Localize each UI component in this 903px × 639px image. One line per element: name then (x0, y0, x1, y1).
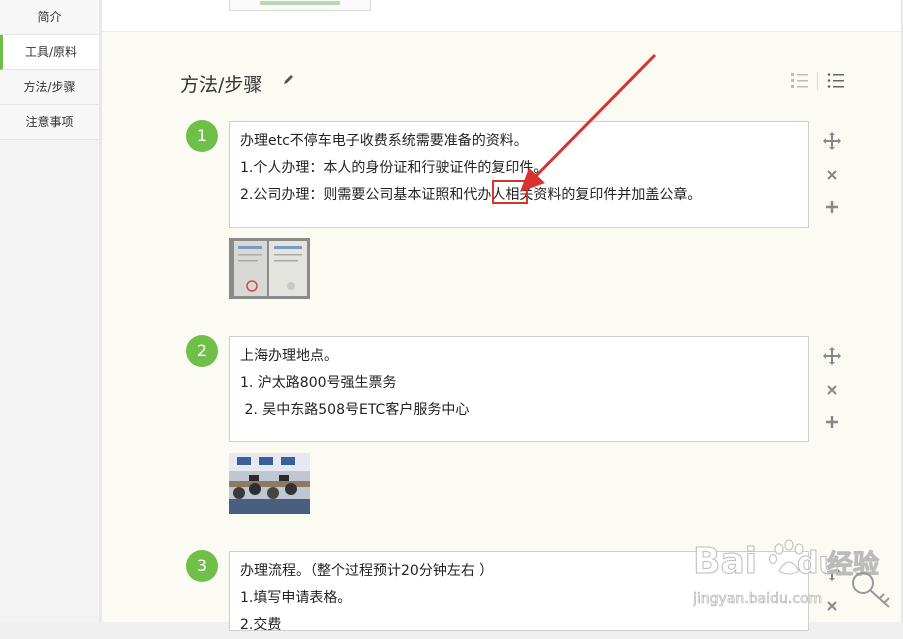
step-2-line-2: 1. 沪太路800号强生票务 (240, 375, 397, 391)
step-1-image[interactable] (229, 238, 310, 299)
delete-icon[interactable] (820, 163, 844, 187)
tool-thumbnail[interactable] (229, 0, 371, 11)
nav-item-tools[interactable]: 工具/原料 (0, 35, 99, 70)
nav-item-intro[interactable]: 简介 (0, 0, 99, 35)
step-1-content[interactable]: 办理etc不停车电子收费系统需要准备的资料。 1.个人办理：本人的身份证和行驶证… (229, 121, 809, 228)
move-icon[interactable] (820, 129, 844, 153)
baidu-watermark-icon: Bai du 经验 jingyan.baidu.com (693, 539, 890, 608)
view-toggle (790, 71, 846, 95)
step-number-1: 1 (186, 120, 218, 152)
step-2-image[interactable] (229, 453, 310, 514)
numbered-list-icon[interactable] (790, 71, 846, 91)
pencil-icon[interactable] (281, 73, 295, 87)
step-number-2: 2 (186, 335, 218, 367)
tools-section-tail (102, 0, 901, 32)
nav-item-steps[interactable]: 方法/步骤 (0, 70, 99, 105)
step-2-line-1: 上海办理地点。 (240, 348, 338, 364)
thumbnail-strip (260, 1, 340, 5)
step-1-line-1: 办理etc不停车电子收费系统需要准备的资料。 (240, 133, 528, 149)
delete-icon[interactable] (820, 378, 844, 402)
annotation-highlight-box (492, 180, 528, 204)
step-2-line-3: 2. 吴中东路508号ETC客户服务中心 (240, 402, 470, 418)
step-number-3: 3 (186, 550, 218, 582)
nav-item-notes[interactable]: 注意事项 (0, 105, 99, 140)
watermark-brand: Bai (693, 541, 757, 582)
add-icon[interactable] (820, 410, 844, 434)
section-title: 方法/步骤 (180, 74, 263, 96)
add-icon[interactable] (820, 195, 844, 219)
step-2-content[interactable]: 上海办理地点。 1. 沪太路800号强生票务 2. 吴中东路508号ETC客户服… (229, 336, 809, 442)
left-nav: 简介 工具/原料 方法/步骤 注意事项 (0, 0, 100, 622)
watermark-cn: 经验 (827, 549, 879, 580)
move-icon[interactable] (820, 344, 844, 368)
watermark-url: jingyan.baidu.com (693, 591, 822, 607)
step-1-line-2: 1.个人办理：本人的身份证和行驶证件的复印件。 (240, 160, 548, 176)
